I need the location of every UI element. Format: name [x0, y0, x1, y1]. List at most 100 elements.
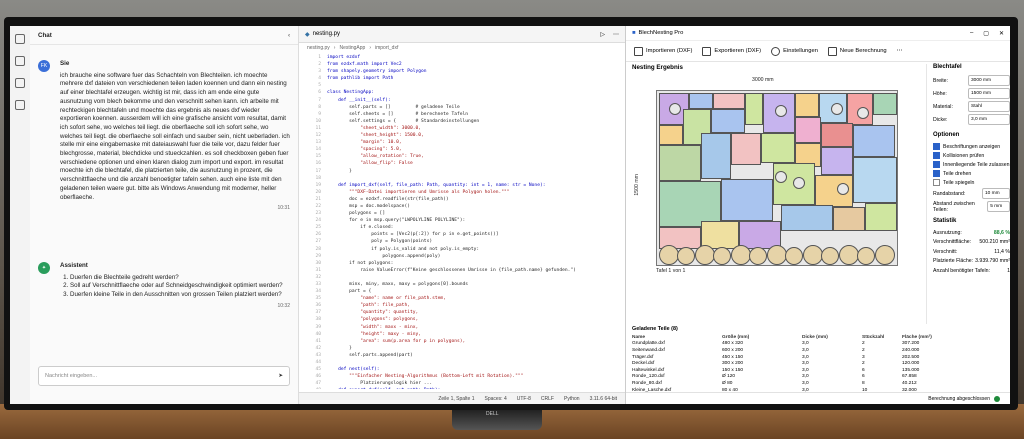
nested-part[interactable] [713, 93, 745, 109]
checkbox[interactable] [933, 170, 940, 177]
column-header[interactable]: Fläche (mm²) [902, 335, 962, 340]
settings-button[interactable]: Einstellungen [771, 46, 818, 56]
table-row[interactable]: Ronde_80.dxf Ø 80 3,0 8 40.212 [632, 380, 1002, 387]
code-area[interactable]: 1 import ezdxf 2 from ezdxf.math import Vec… [299, 54, 625, 389]
language-mode[interactable]: Python [564, 396, 580, 402]
export-button[interactable]: Exportieren (DXF) [702, 46, 761, 56]
settings-icon[interactable] [15, 100, 25, 110]
column-header[interactable]: Stückzahl [862, 335, 902, 340]
option-collisions[interactable]: Kollisionen prüfen [933, 151, 1010, 160]
breadcrumb-item[interactable]: import_dxf [375, 45, 398, 51]
more-icon[interactable]: ⋯ [897, 48, 903, 54]
table-row[interactable]: Ronde_120.dxf Ø 120 3,0 6 67.858 [632, 374, 1002, 381]
maximize-icon[interactable]: ▢ [983, 30, 989, 37]
ronde-part[interactable] [857, 247, 875, 265]
ronde-part[interactable] [875, 245, 895, 265]
import-button[interactable]: Importieren (DXF) [634, 46, 692, 56]
option-mirror[interactable]: Teile spiegeln [933, 178, 1010, 187]
ronde-part[interactable] [803, 245, 823, 265]
send-icon[interactable]: ➤ [278, 373, 283, 379]
nested-part[interactable] [795, 117, 821, 143]
table-row[interactable]: Haltewinkel.dxf 150 x 150 3,0 6 135.000 [632, 367, 1002, 374]
column-header[interactable]: Dicke (mm) [802, 335, 862, 340]
collapse-icon[interactable]: ‹ [288, 32, 290, 39]
width-select[interactable]: 3000 mm [968, 75, 1010, 86]
nested-part[interactable] [701, 133, 731, 179]
nested-part[interactable] [659, 145, 701, 181]
history-icon[interactable] [15, 78, 25, 88]
nested-part[interactable] [731, 133, 761, 165]
table-row[interactable]: Seitenwand.dxf 600 x 200 3,0 2 240.000 [632, 347, 1002, 354]
sheet-view[interactable] [656, 90, 898, 266]
ronde-part[interactable] [785, 247, 803, 265]
spacing-stepper[interactable]: 5 mm [987, 201, 1010, 212]
table-row[interactable]: Träger.dxf 450 x 150 3,0 3 202.500 [632, 354, 1002, 361]
encoding[interactable]: UTF-8 [517, 396, 531, 402]
indent-setting[interactable]: Spaces: 4 [485, 396, 507, 402]
code-line: 20 """DXF-Datei importieren und Umrisse … [315, 189, 510, 195]
ronde-part[interactable] [839, 245, 859, 265]
activity-bar [10, 26, 31, 404]
checkbox[interactable] [933, 161, 940, 168]
breadcrumb-item[interactable]: nesting.py [307, 45, 330, 51]
option-inner-parts[interactable]: Innenliegende Teile zulassen [933, 160, 1010, 169]
table-cell: 307.200 [902, 341, 920, 347]
nested-part[interactable] [821, 147, 853, 175]
column-header[interactable]: Größe (mm) [722, 335, 802, 340]
nested-part[interactable] [795, 93, 819, 117]
new-calculation-button[interactable]: Neue Berechnung [827, 46, 887, 56]
chat-icon[interactable] [15, 56, 25, 66]
nested-part[interactable] [865, 203, 897, 231]
table-row[interactable]: Grundplatte.dxf 480 x 320 3,0 2 307.200 [632, 341, 1002, 348]
thickness-select[interactable]: 3,0 mm [968, 114, 1010, 125]
nested-part[interactable] [853, 125, 895, 157]
breadcrumb-item[interactable]: NestingApp [339, 45, 365, 51]
message-input[interactable]: Nachricht eingeben... ➤ [38, 366, 290, 386]
nesting-result-panel: Nesting Ergebnis 3000 mm 1500 mm Tafel 1… [632, 64, 922, 324]
cursor-position[interactable]: Zeile 1, Spalte 1 [438, 396, 474, 402]
nested-part[interactable] [721, 179, 773, 221]
ronde-part[interactable] [767, 245, 787, 265]
list-item: Duerfen die Blechteile gedreht werden? [70, 274, 290, 283]
ronde-part[interactable] [749, 247, 767, 265]
ronde-part[interactable] [677, 247, 695, 265]
checkbox[interactable] [933, 143, 940, 150]
line-ending[interactable]: CRLF [541, 396, 554, 402]
nested-part[interactable] [689, 93, 713, 109]
nested-part[interactable] [853, 157, 897, 203]
column-header[interactable]: Name [632, 335, 722, 340]
close-icon[interactable]: ✕ [999, 30, 1004, 37]
tab-nesting-py[interactable]: nesting.py [313, 31, 340, 37]
nested-part[interactable] [711, 109, 745, 133]
ronde-part[interactable] [659, 245, 679, 265]
checkbox[interactable] [933, 152, 940, 159]
table-row[interactable]: Deckel.dxf 300 x 200 3,0 2 120.000 [632, 360, 1002, 367]
material-select[interactable]: Stahl [968, 101, 1010, 112]
nested-part[interactable] [761, 133, 795, 163]
margin-stepper[interactable]: 10 mm [982, 188, 1010, 199]
assistant-message: ✦ Assistent Duerfen die Blechteile gedre… [38, 262, 290, 311]
ronde-part[interactable] [821, 247, 839, 265]
nested-part[interactable] [745, 93, 763, 125]
run-icon[interactable]: ▷ [600, 31, 605, 38]
option-rotate[interactable]: Teile drehen [933, 169, 1010, 178]
minimize-icon[interactable]: – [970, 30, 973, 37]
interpreter[interactable]: 3.11.6 64-bit [590, 396, 617, 402]
option-labels[interactable]: Beschriftungen anzeigen [933, 142, 1010, 151]
user-message: FK Sie ich brauche eine software fuer da… [38, 60, 290, 213]
more-icon[interactable]: ⋯ [613, 31, 619, 38]
nested-part[interactable] [833, 207, 865, 231]
nested-part[interactable] [781, 205, 833, 231]
height-select[interactable]: 1500 mm [968, 88, 1010, 99]
ronde-part[interactable] [731, 245, 751, 265]
checkbox[interactable] [933, 179, 940, 186]
menu-icon[interactable] [15, 34, 25, 44]
nested-part[interactable] [821, 123, 853, 147]
table-cell: 240.000 [902, 347, 920, 353]
code-line: 15 "allow_rotation": True, [315, 154, 424, 160]
ronde-part[interactable] [713, 247, 731, 265]
code-line: 31 raise ValueError(f"Keine geschlossene… [315, 267, 576, 273]
nested-part[interactable] [659, 125, 683, 145]
ronde-part[interactable] [695, 245, 715, 265]
nested-part[interactable] [873, 93, 897, 115]
